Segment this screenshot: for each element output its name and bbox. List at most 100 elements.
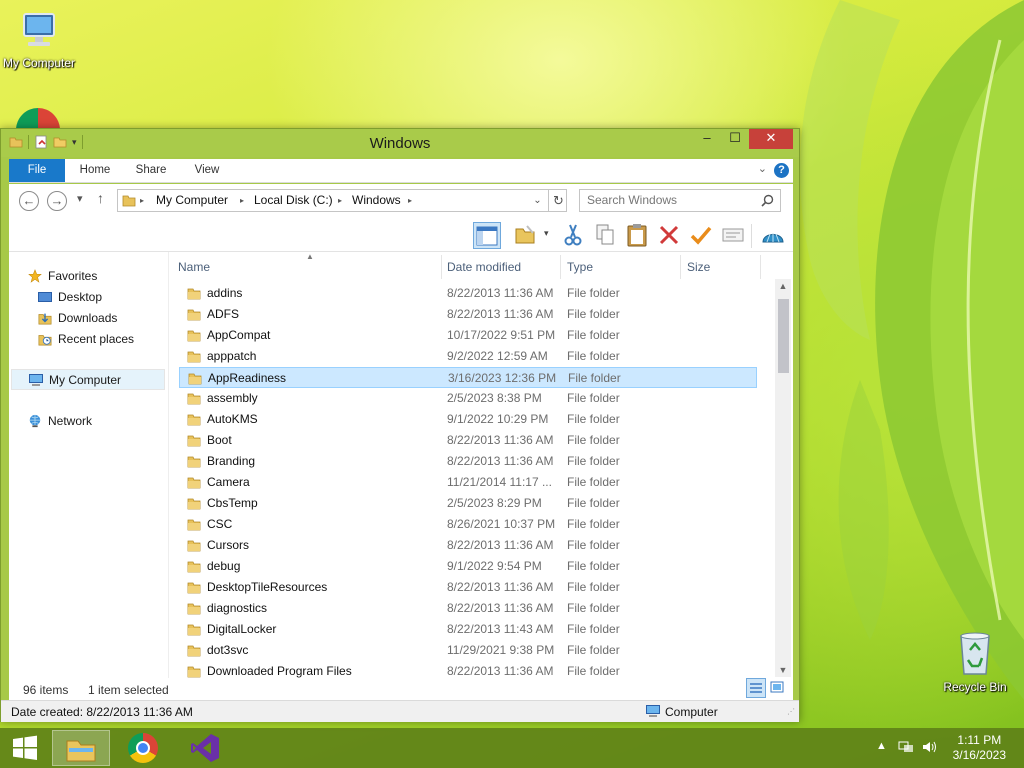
file-name: AppCompat [207, 328, 271, 342]
table-row[interactable]: DesktopTileResources 8/22/2013 11:36 AM Fi… [179, 577, 757, 598]
details-view-button[interactable] [746, 678, 766, 698]
table-row[interactable]: dot3svc 11/29/2021 9:38 PM File folder [179, 640, 757, 661]
table-row[interactable]: Branding 8/22/2013 11:36 AM File folder [179, 451, 757, 472]
clock-time: 1:11 PM [957, 733, 1002, 747]
chrome-icon [128, 733, 158, 763]
large-icons-view-button[interactable] [769, 679, 787, 697]
folder-icon [187, 603, 201, 615]
table-row[interactable]: Boot 8/22/2013 11:36 AM File folder [179, 430, 757, 451]
taskbar-chrome[interactable] [114, 730, 172, 766]
tab-share[interactable]: Share [127, 159, 175, 182]
column-header-date-modified[interactable]: Date modified [447, 255, 559, 279]
file-name: AutoKMS [207, 412, 258, 426]
network-tray-icon[interactable] [898, 740, 914, 754]
tab-file[interactable]: File [9, 159, 65, 182]
file-type: File folder [567, 412, 620, 426]
sidebar-item-network[interactable]: Network [27, 411, 92, 432]
breadcrumb-local-disk[interactable]: Local Disk (C:) [254, 190, 333, 211]
table-row[interactable]: Downloaded Program Files 8/22/2013 11:36 … [179, 661, 757, 678]
column-divider[interactable] [680, 255, 681, 279]
properties-dropdown-icon[interactable]: ▾ [544, 228, 549, 239]
system-clock[interactable]: 1:11 PM 3/16/2023 [953, 733, 1006, 763]
search-icon[interactable] [761, 194, 774, 207]
scroll-up-icon[interactable]: ▲ [775, 281, 791, 291]
sidebar-item-favorites[interactable]: Favorites [27, 266, 97, 287]
close-button[interactable]: ✕ [749, 129, 793, 149]
column-header-size[interactable]: Size [687, 255, 757, 279]
column-header-type[interactable]: Type [567, 255, 679, 279]
network-icon [29, 414, 41, 427]
expand-ribbon-icon[interactable]: ⌄ [758, 162, 767, 175]
volume-icon[interactable] [922, 740, 938, 754]
column-divider[interactable] [760, 255, 761, 279]
column-divider[interactable] [560, 255, 561, 279]
recent-locations-icon[interactable]: ▾ [77, 192, 83, 205]
table-row[interactable]: Cursors 8/22/2013 11:36 AM File folder [179, 535, 757, 556]
resize-grip-icon[interactable]: ⋰ [787, 707, 795, 716]
shell-button[interactable] [759, 222, 787, 249]
properties-button[interactable] [511, 222, 539, 249]
breadcrumb-separator[interactable]: ▸ [240, 190, 244, 211]
sidebar-item-label: Recent places [58, 332, 135, 346]
maximize-button[interactable]: ☐ [721, 129, 749, 149]
file-date-modified: 8/22/2013 11:43 AM [447, 622, 554, 636]
cut-button[interactable] [559, 222, 587, 249]
minimize-button[interactable]: – [693, 129, 721, 149]
taskbar-file-explorer[interactable] [52, 730, 110, 766]
table-row[interactable]: AutoKMS 9/1/2022 10:29 PM File folder [179, 409, 757, 430]
sidebar-item-desktop[interactable]: Desktop [37, 287, 102, 308]
file-date-modified: 8/26/2021 10:37 PM [447, 517, 556, 531]
table-row[interactable]: addins 8/22/2013 11:36 AM File folder [179, 283, 757, 304]
scroll-down-icon[interactable]: ▼ [775, 665, 791, 675]
tab-view[interactable]: View [183, 159, 231, 182]
table-row[interactable]: assembly 2/5/2023 8:38 PM File folder [179, 388, 757, 409]
breadcrumb-windows[interactable]: Windows [352, 190, 401, 211]
address-bar[interactable]: ▸ My Computer ▸ Local Disk (C:) ▸ Window… [117, 189, 567, 212]
breadcrumb-separator[interactable]: ▸ [140, 190, 144, 211]
table-row[interactable]: CSC 8/26/2021 10:37 PM File folder [179, 514, 757, 535]
breadcrumb-my-computer[interactable]: My Computer [156, 190, 228, 211]
navigation-pane-button[interactable] [473, 222, 501, 249]
rename-button[interactable] [687, 222, 715, 249]
delete-button[interactable] [655, 222, 683, 249]
table-row[interactable]: AppCompat 10/17/2022 9:51 PM File folder [179, 325, 757, 346]
folder-icon [187, 330, 201, 342]
table-row[interactable]: DigitalLocker 8/22/2013 11:43 AM File fold… [179, 619, 757, 640]
sidebar-item-my-computer[interactable]: My Computer [11, 369, 165, 390]
vertical-scrollbar[interactable]: ▲ ▼ [775, 279, 791, 677]
select-button[interactable] [719, 222, 747, 249]
table-row[interactable]: CbsTemp 2/5/2023 8:29 PM File folder [179, 493, 757, 514]
table-row[interactable]: Camera 11/21/2014 11:17 ... File folder [179, 472, 757, 493]
table-row[interactable]: ADFS 8/22/2013 11:36 AM File folder [179, 304, 757, 325]
taskbar-visual-studio[interactable] [176, 730, 234, 766]
back-button[interactable]: ← [19, 191, 39, 211]
table-row[interactable]: debug 9/1/2022 9:54 PM File folder [179, 556, 757, 577]
breadcrumb-separator[interactable]: ▸ [408, 190, 412, 211]
sidebar-item-recent-places[interactable]: Recent places [37, 329, 134, 350]
column-divider[interactable] [441, 255, 442, 279]
table-row[interactable]: diagnostics 8/22/2013 11:36 AM File folder [179, 598, 757, 619]
scrollbar-thumb[interactable] [778, 299, 789, 373]
refresh-icon[interactable]: ↻ [548, 190, 568, 211]
title-bar[interactable]: ▾ Windows – ☐ ✕ [1, 129, 799, 157]
copy-button[interactable] [591, 222, 619, 249]
desktop-icon-recycle-bin[interactable]: Recycle Bin [932, 628, 1018, 694]
up-button[interactable]: ↑ [97, 190, 104, 206]
file-date-modified: 8/22/2013 11:36 AM [447, 307, 554, 321]
folder-icon [187, 351, 201, 363]
folder-icon [187, 498, 201, 510]
address-dropdown-icon[interactable]: ⌄ [527, 190, 547, 211]
file-type: File folder [567, 664, 620, 678]
breadcrumb-separator[interactable]: ▸ [338, 190, 342, 211]
paste-button[interactable] [623, 222, 651, 249]
help-icon[interactable]: ? [774, 163, 789, 178]
desktop-icon-my-computer[interactable]: My Computer [0, 8, 82, 70]
sidebar-item-downloads[interactable]: Downloads [37, 308, 117, 329]
forward-button[interactable]: → [47, 191, 67, 211]
tab-home[interactable]: Home [71, 159, 119, 182]
search-input[interactable]: Search Windows [579, 189, 781, 212]
show-hidden-icons[interactable]: ▲ [876, 740, 887, 752]
table-row[interactable]: apppatch 9/2/2022 12:59 AM File folder [179, 346, 757, 367]
table-row[interactable]: AppReadiness 3/16/2023 12:36 PM File folde… [179, 367, 757, 388]
start-button[interactable] [0, 730, 54, 766]
